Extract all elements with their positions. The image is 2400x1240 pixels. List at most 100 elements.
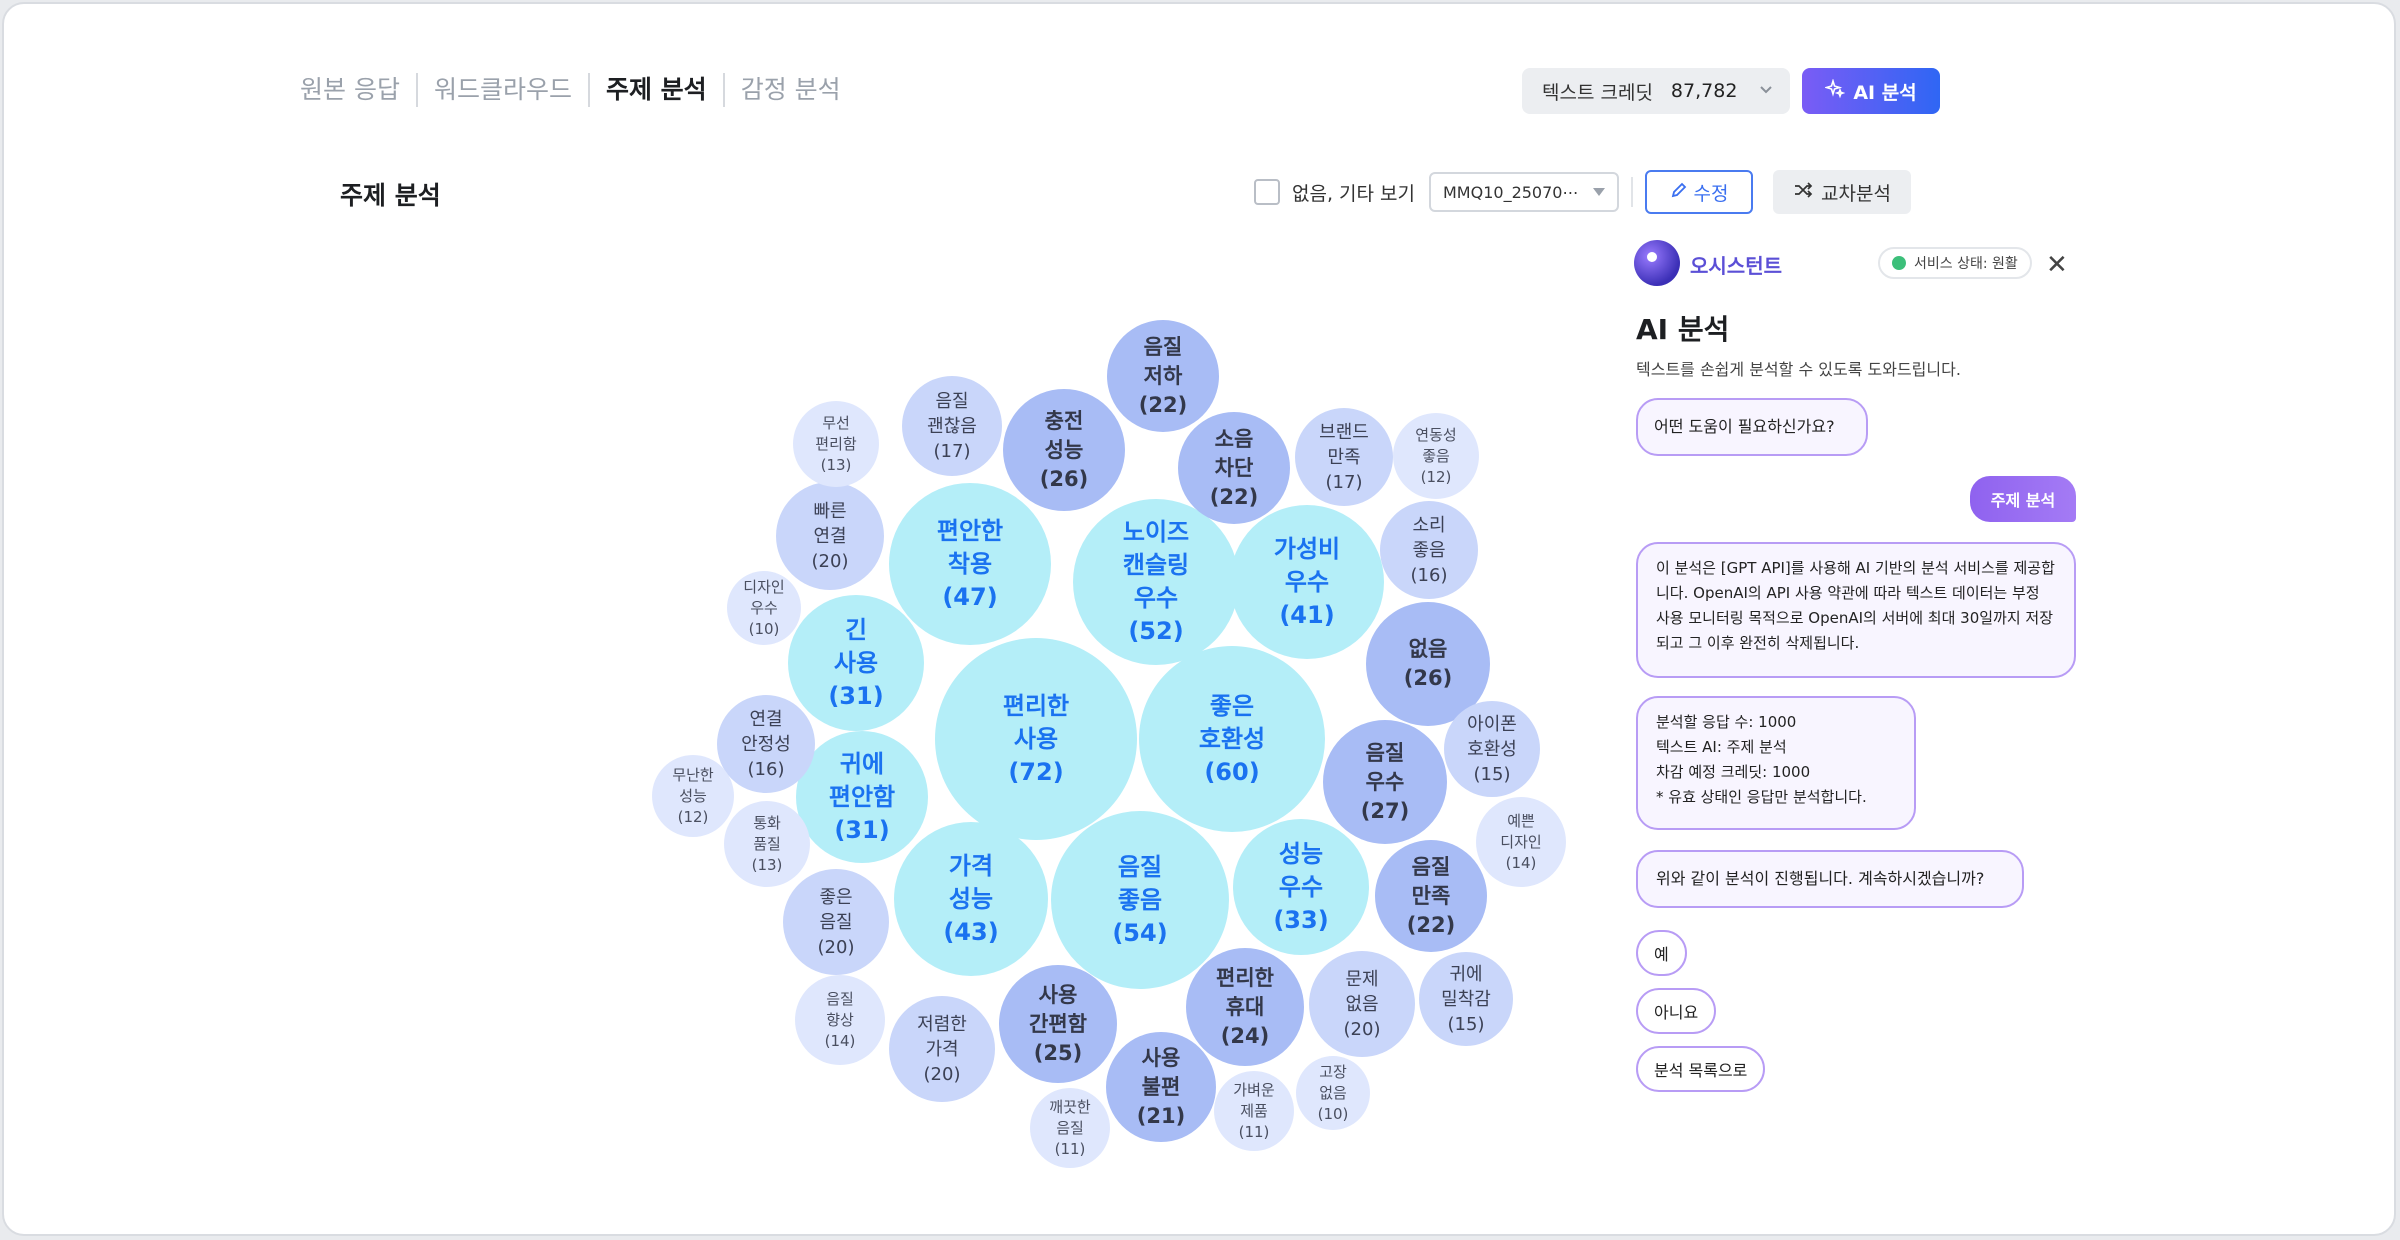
topic-label: 우수 [1284,567,1330,596]
topic-bubble[interactable]: 깨끗한 음질 (11) [1030,1088,1110,1168]
shuffle-icon [1793,180,1813,205]
topic-bubble[interactable]: 문제 없음 (20) [1309,951,1415,1057]
edit-label: 수정 [1693,182,1729,205]
topic-label: 가격 [948,851,994,880]
topic-label: 통화 [753,813,781,832]
topic-bubble[interactable]: 브랜드 만족 (17) [1295,408,1393,506]
topic-bubble[interactable]: 저렴한 가격 (20) [889,996,995,1102]
topic-bubble[interactable]: 통화 품질 (13) [724,801,810,887]
topic-label: 좋음 [1422,446,1450,465]
topic-bubble[interactable]: 가벼운 제품 (11) [1214,1071,1294,1151]
topic-count: (11) [1238,1122,1270,1141]
topic-label: 간편함 [1029,1011,1087,1036]
assistant-name: 오시스턴트 [1690,254,1782,278]
topic-count: (60) [1204,757,1260,786]
option-yes-button[interactable]: 예 [1636,930,1687,976]
notice-message: 이 분석은 [GPT API]를 사용해 AI 기반의 분석 서비스를 제공합니… [1636,542,2076,678]
topic-bubble[interactable]: 무선 편리함 (13) [793,401,879,487]
close-icon[interactable]: ✕ [2046,250,2068,280]
topic-bubble[interactable]: 연결 안정성 (16) [717,695,815,793]
topic-bubble[interactable]: 편리한 사용 (72) [935,638,1137,840]
topic-bubble[interactable]: 좋은 호환성 (60) [1139,646,1325,832]
topic-bubble[interactable]: 편안한 착용 (47) [889,483,1051,645]
topic-label: 음질 [1143,334,1183,359]
topic-bubble[interactable]: 음질 좋음 (54) [1051,811,1229,989]
topic-label: 우수 [1365,769,1405,794]
topic-label: 무난한 [672,765,714,784]
topic-bubble[interactable]: 가성비 우수 (41) [1230,505,1384,659]
topic-bubble[interactable]: 충전 성능 (26) [1003,389,1125,511]
topic-bubble[interactable]: 성능 우수 (33) [1233,819,1369,955]
topic-label: 긴 [844,615,868,644]
topic-count: (41) [1279,600,1335,629]
summary-line: 분석할 응답 수: 1000 [1656,713,1797,731]
topic-bubble[interactable]: 디자인 우수 (10) [727,571,801,645]
topic-count: (16) [747,758,785,780]
topic-label: 편안한 [936,516,1004,545]
topic-label: 노이즈 [1122,518,1190,546]
topic-count: (10) [748,619,780,638]
topic-label: 만족 [1327,446,1361,468]
topic-label: 음질 [935,390,969,412]
topic-bubble[interactable]: 연동성좋음 (12) [1393,413,1479,499]
topic-label: 저하 [1143,363,1183,388]
cross-analysis-button[interactable]: 교차분석 [1773,170,1911,214]
topic-count: (25) [1033,1040,1083,1065]
topic-count: (14) [824,1031,856,1050]
topic-bubble[interactable]: 빠른 연결 (20) [776,482,884,590]
assistant-header: 오시스턴트 서비스 상태: 원활 ✕ [1634,236,2074,292]
topic-bubble[interactable]: 음질 괜찮음 (17) [902,376,1002,476]
topic-label: 저렴한 [917,1013,967,1035]
topic-bubble[interactable]: 사용 간편함 (25) [999,965,1117,1083]
topic-label: 좋음 [1412,539,1446,561]
topic-bubble[interactable]: 음질 향상 (14) [795,975,885,1065]
topic-label: 문제 [1345,968,1379,990]
topic-count: (10) [1317,1104,1349,1123]
chevron-down-icon [1754,77,1778,106]
topic-bubble[interactable]: 예쁜 디자인 (14) [1476,797,1566,887]
topic-count: (47) [942,582,998,611]
topic-bubble[interactable]: 긴 사용 (31) [788,595,924,731]
topic-label: 성능 [1278,839,1324,868]
edit-button[interactable]: 수정 [1645,170,1753,214]
topic-label: 없음 [1345,993,1379,1015]
topic-bubble[interactable]: 사용 불편 (21) [1106,1032,1216,1142]
topic-bubble[interactable]: 소음 차단 (22) [1178,412,1290,524]
topic-label: 좋음 [1117,885,1163,914]
topic-count: (12) [1420,467,1452,486]
topic-bubble[interactable]: 노이즈 캔슬링 우수 (52) [1073,499,1239,665]
topic-label: 성능 [948,884,994,913]
topic-count: (31) [828,681,884,710]
option-back-to-list-button[interactable]: 분석 목록으로 [1636,1046,1766,1092]
topic-bubble[interactable]: 좋은 음질 (20) [783,869,889,975]
option-no-button[interactable]: 아니요 [1636,988,1717,1034]
topic-bubble[interactable]: 소리 좋음 (16) [1380,501,1478,599]
topic-bubble[interactable]: 음질 우수 (27) [1323,720,1447,844]
topic-bubble[interactable]: 아이폰 호환성 (15) [1444,701,1540,797]
topic-bubble[interactable]: 무난한 성능 (12) [652,755,734,837]
topic-label: 연결 [749,708,783,730]
ai-analysis-button[interactable]: AI 분석 [1802,68,1940,114]
topic-label: 편리한 [1216,965,1274,990]
topic-label: 편안함 [828,782,896,811]
topic-label: 깨끗한 [1049,1097,1091,1116]
topic-label: 향상 [826,1010,854,1029]
topic-count: (20) [923,1063,961,1085]
topic-count: (15) [1473,763,1511,785]
topic-label: 좋은 [819,886,853,908]
topic-bubble[interactable]: 귀에 편안함 (31) [796,731,928,863]
topic-bubble[interactable]: 고장 없음 (10) [1296,1056,1370,1130]
app-frame: 원본 응답 워드클라우드 주제 분석 감정 분석 텍스트 크레딧 87,782 … [2,2,2396,1236]
topic-bubble[interactable]: 음질 저하 (22) [1107,320,1219,432]
topic-bubble[interactable]: 귀에 밀착감 (15) [1419,952,1513,1046]
topic-label: 음질 [1365,740,1405,765]
topic-label: 연결 [813,525,847,547]
ai-analysis-label: AI 분석 [1853,81,1917,104]
topic-label: 연동성 [1415,425,1457,444]
topic-bubble[interactable]: 편리한 휴대 (24) [1186,948,1304,1066]
topic-label: 고장 [1319,1062,1347,1081]
topic-label: 충전 [1044,408,1084,433]
topic-bubble[interactable]: 음질 만족 (22) [1375,840,1487,952]
topic-label: 만족 [1411,883,1451,908]
topic-bubble[interactable]: 가격 성능 (43) [894,822,1048,976]
